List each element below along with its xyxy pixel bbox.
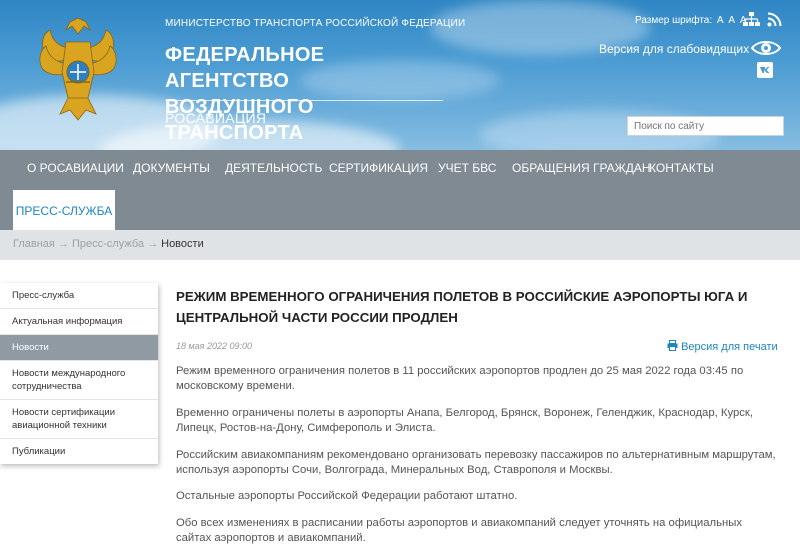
font-size-medium[interactable]: А	[728, 15, 735, 26]
nav-item-about[interactable]: О РОСАВИАЦИИ	[27, 161, 124, 175]
sidebar-item-international-news[interactable]: Новости международного сотрудничества	[0, 360, 158, 399]
nav-item-press-service-label: ПРЕСС-СЛУЖБА	[15, 204, 113, 218]
main-navigation: О РОСАВИАЦИИ ДОКУМЕНТЫ ДЕЯТЕЛЬНОСТЬ СЕРТ…	[0, 150, 800, 230]
eye-icon[interactable]	[750, 39, 782, 57]
printer-icon	[667, 340, 678, 351]
print-version-link[interactable]: Версия для печати	[667, 340, 778, 353]
nav-item-uav-registry[interactable]: УЧЕТ БВС	[438, 161, 496, 175]
breadcrumb-separator: →	[147, 238, 159, 250]
nav-item-documents[interactable]: ДОКУМЕНТЫ	[133, 161, 210, 175]
nav-item-contacts[interactable]: КОНТАКТЫ	[649, 161, 714, 175]
ministry-name: МИНИСТЕРСТВО ТРАНСПОРТА РОССИЙСКОЙ ФЕДЕР…	[165, 18, 466, 29]
sidebar-item-certification-news[interactable]: Новости сертификации авиационной техники	[0, 399, 158, 438]
sidebar-item-publications[interactable]: Публикации	[0, 438, 158, 464]
font-size-control: Размер шрифта: А А А	[635, 15, 747, 26]
sidebar-item-news[interactable]: Новости	[0, 334, 158, 360]
emblem-logo[interactable]	[36, 16, 120, 128]
sitemap-icon[interactable]	[743, 12, 760, 27]
nav-item-press-service[interactable]: ПРЕСС-СЛУЖБА	[13, 190, 115, 230]
font-size-small[interactable]: А	[717, 15, 724, 26]
sidebar-item-current-info[interactable]: Актуальная информация	[0, 308, 158, 334]
sidebar-item-press-service[interactable]: Пресс-служба	[0, 283, 158, 308]
breadcrumb: Главная → Пресс-служба → Новости	[0, 230, 800, 260]
breadcrumb-separator: →	[57, 238, 69, 250]
print-version-label: Версия для печати	[681, 341, 778, 353]
search-input[interactable]	[627, 116, 784, 136]
agency-short-name: РОСАВИАЦИЯ	[165, 110, 267, 126]
article-paragraph: Временно ограничены полеты в аэропорты А…	[176, 407, 754, 434]
breadcrumb-home[interactable]: Главная	[13, 238, 55, 250]
article-paragraph: Режим временного ограничения полетов в 1…	[176, 365, 744, 392]
accessibility-version-link[interactable]: Версия для слабовидящих	[599, 42, 749, 56]
article-paragraph: Российским авиакомпаниям рекомендовано о…	[176, 449, 776, 476]
article-date: 18 мая 2022 09:00	[176, 341, 253, 351]
article-title: РЕЖИМ ВРЕМЕННОГО ОГРАНИЧЕНИЯ ПОЛЕТОВ В Р…	[176, 289, 748, 325]
breadcrumb-press-service[interactable]: Пресс-служба	[72, 238, 144, 250]
nav-item-activity[interactable]: ДЕЯТЕЛЬНОСТЬ	[225, 161, 322, 175]
sidebar-menu: Пресс-служба Актуальная информация Новос…	[0, 283, 158, 464]
rss-icon[interactable]	[767, 12, 782, 27]
site-header: МИНИСТЕРСТВО ТРАНСПОРТА РОССИЙСКОЙ ФЕДЕР…	[0, 0, 800, 150]
breadcrumb-current: Новости	[161, 238, 204, 250]
nav-item-citizen-appeals[interactable]: ОБРАЩЕНИЯ ГРАЖДАН	[512, 161, 651, 175]
nav-item-certification[interactable]: СЕРТИФИКАЦИЯ	[329, 161, 428, 175]
article-paragraph: Остальные аэропорты Российской Федерации…	[176, 490, 518, 502]
font-size-label: Размер шрифта:	[635, 15, 713, 26]
header-divider	[165, 100, 443, 101]
agency-name-line1: ФЕДЕРАЛЬНОЕ АГЕНТСТВО	[165, 44, 325, 92]
agency-name[interactable]: ФЕДЕРАЛЬНОЕ АГЕНТСТВО ВОЗДУШНОГО ТРАНСПО…	[165, 42, 445, 146]
article-paragraph: Обо всех изменениях в расписании работы …	[176, 517, 742, 544]
vk-icon[interactable]	[757, 62, 773, 78]
